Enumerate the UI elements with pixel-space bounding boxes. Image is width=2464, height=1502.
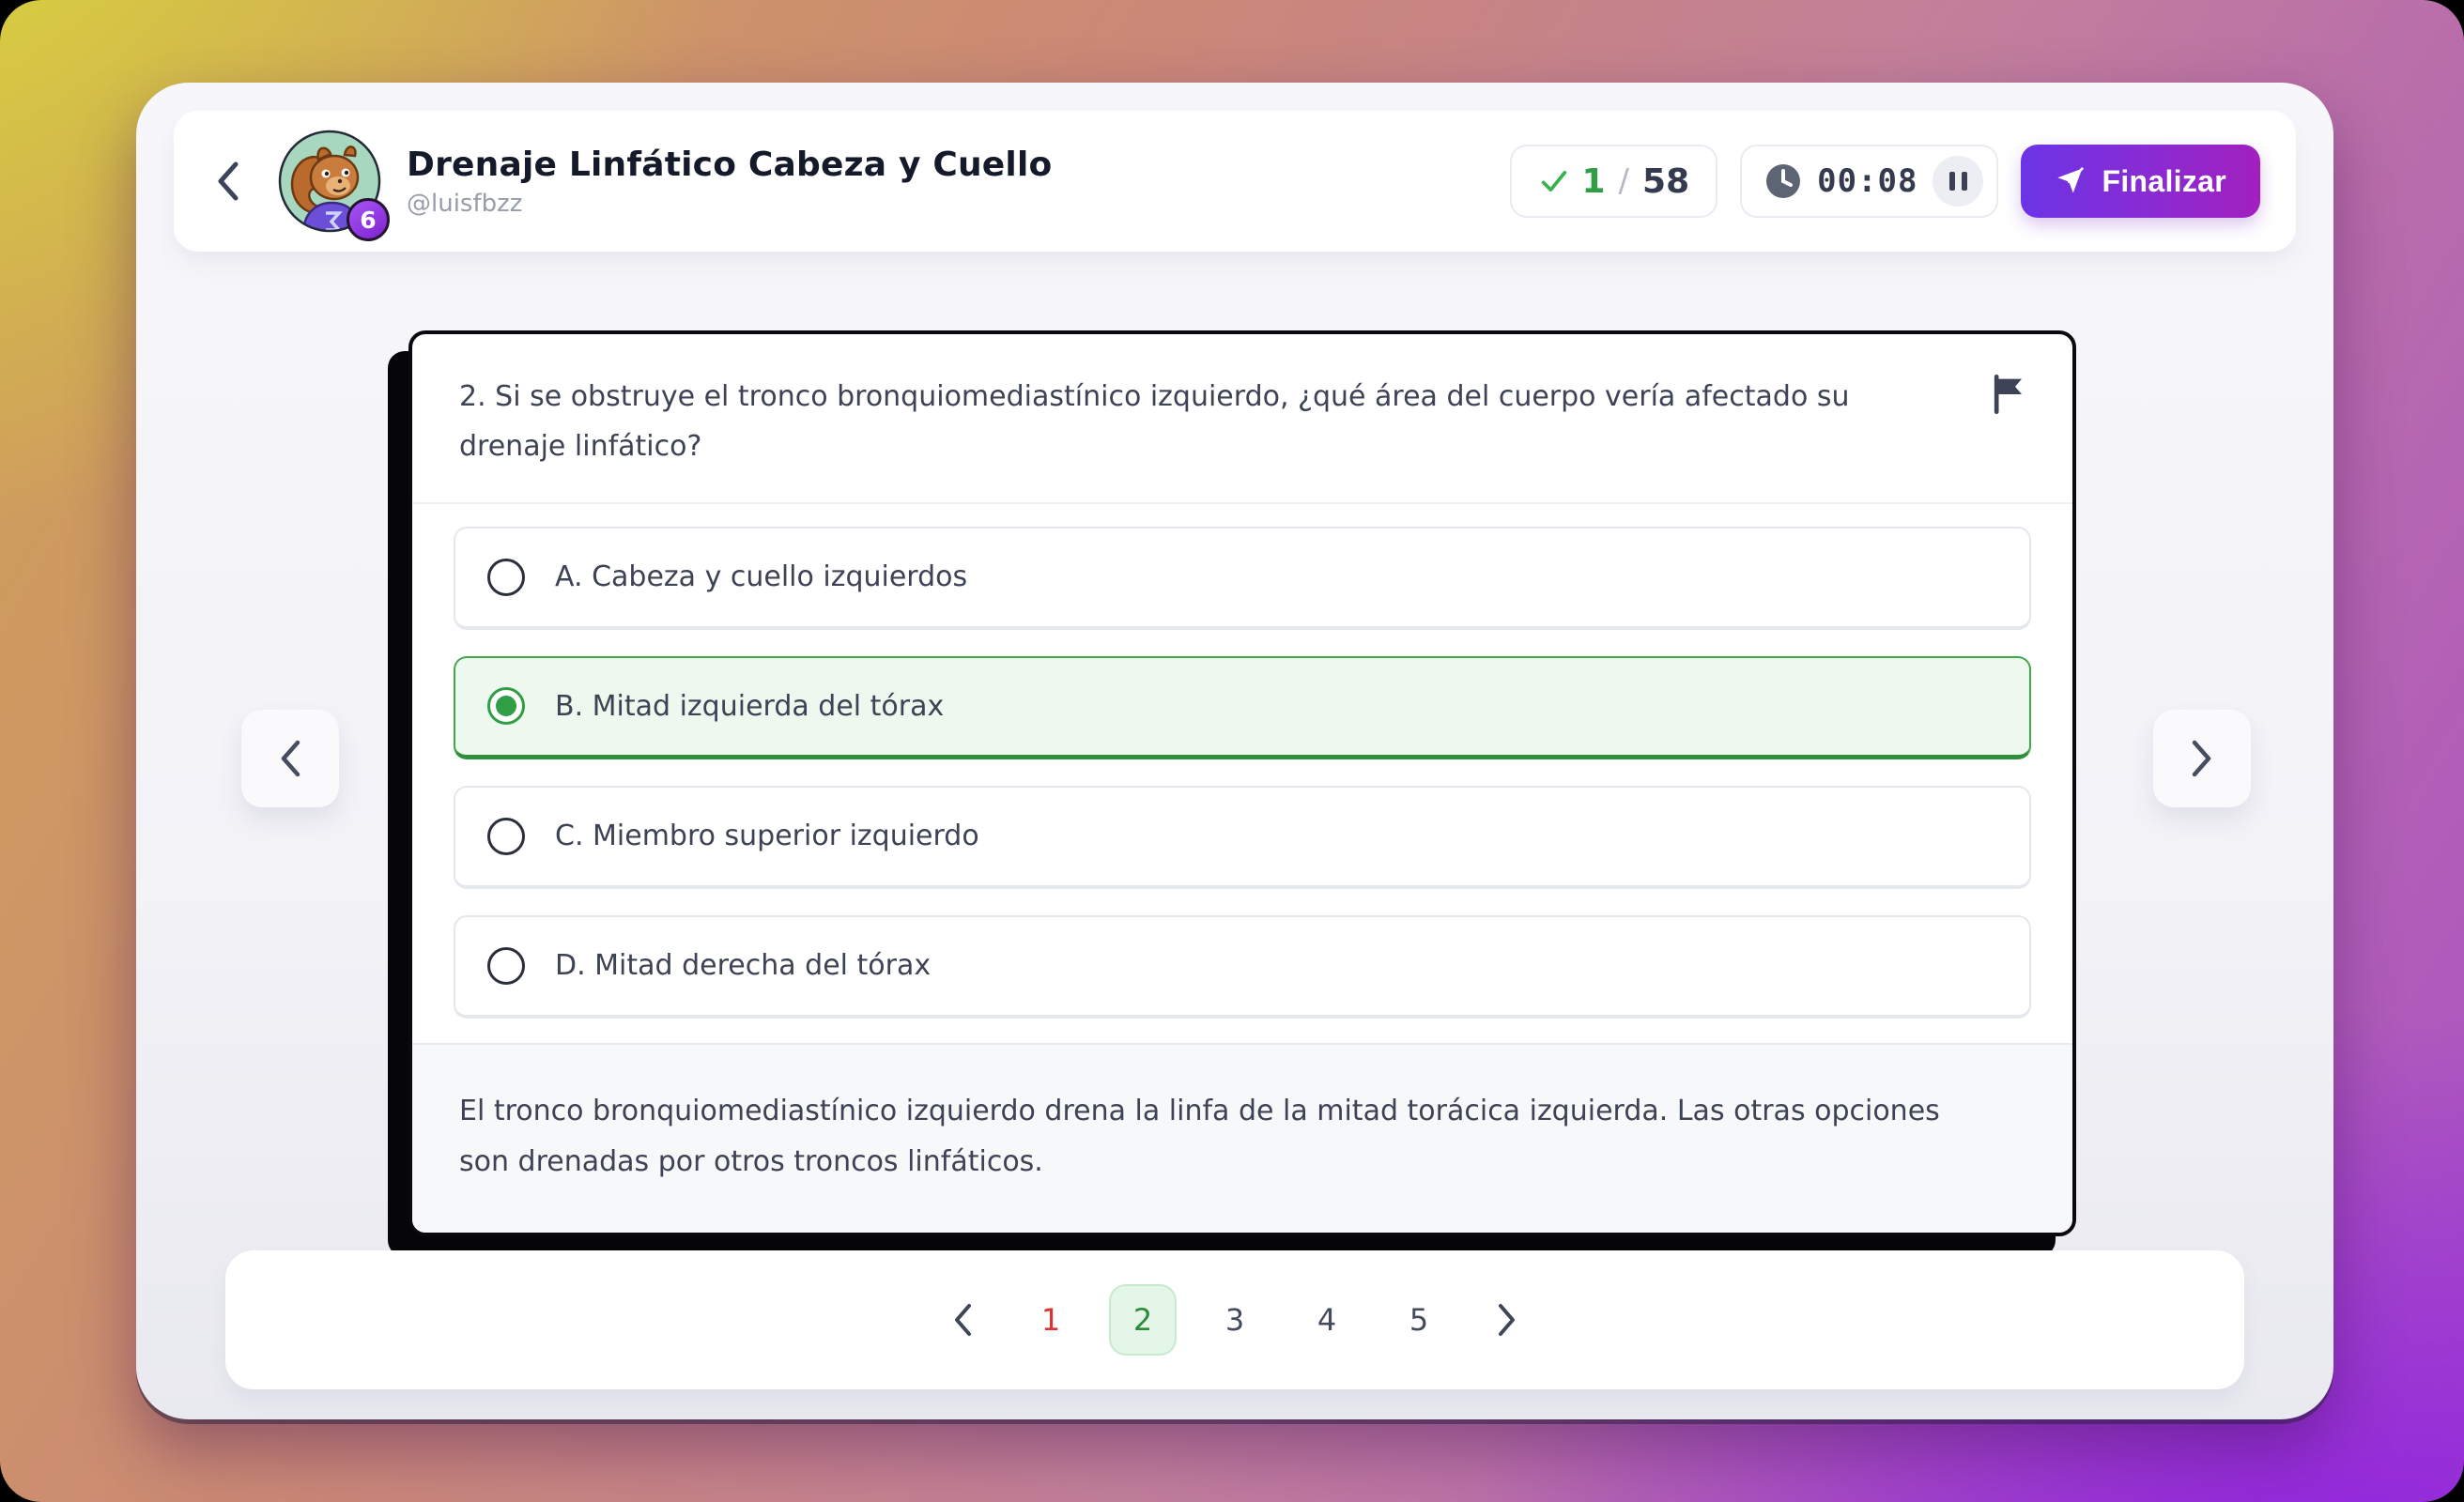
- quiz-title: Drenaje Linfático Cabeza y Cuello: [407, 146, 1052, 184]
- question-card: 2. Si se obstruye el tronco bronquiomedi…: [408, 330, 2076, 1236]
- option-c[interactable]: C. Miembro superior izquierdo: [454, 786, 2031, 889]
- next-question-button[interactable]: [2153, 710, 2251, 807]
- header-actions: 1 / 58 00:08: [1510, 145, 2260, 218]
- radio-icon: [487, 687, 525, 725]
- options-list: A. Cabeza y cuello izquierdos B. Mitad i…: [412, 504, 2072, 1043]
- chevron-right-icon: [1496, 1302, 1518, 1338]
- option-d[interactable]: D. Mitad derecha del tórax: [454, 915, 2031, 1019]
- page-button-5[interactable]: 5: [1385, 1284, 1453, 1356]
- radio-icon: [487, 818, 525, 855]
- option-label: B. Mitad izquierda del tórax: [555, 690, 944, 723]
- progress-current: 1: [1581, 162, 1605, 201]
- radio-icon: [487, 559, 525, 596]
- page-button-3[interactable]: 3: [1201, 1284, 1269, 1356]
- pause-icon: [1949, 172, 1955, 191]
- chevron-left-icon: [213, 159, 241, 204]
- explanation-panel: El tronco bronquiomediastínico izquierdo…: [412, 1043, 2072, 1233]
- check-icon: [1538, 165, 1570, 197]
- send-icon: [2055, 166, 2085, 196]
- progress-badge: 1 / 58: [1510, 145, 1717, 218]
- pagination-prev-button[interactable]: [932, 1287, 993, 1353]
- chevron-left-icon: [277, 738, 303, 779]
- progress-total: 58: [1642, 162, 1689, 201]
- question-header: 2. Si se obstruye el tronco bronquiomedi…: [412, 334, 2072, 504]
- option-label: D. Mitad derecha del tórax: [555, 949, 931, 982]
- page-button-4[interactable]: 4: [1293, 1284, 1361, 1356]
- avatar: 6: [277, 129, 382, 234]
- avatar-level-badge: 6: [346, 198, 390, 241]
- radio-icon: [487, 947, 525, 985]
- page-button-1[interactable]: 1: [1017, 1284, 1085, 1356]
- finish-button[interactable]: Finalizar: [2021, 145, 2260, 218]
- option-a[interactable]: A. Cabeza y cuello izquierdos: [454, 527, 2031, 630]
- option-label: C. Miembro superior izquierdo: [555, 820, 979, 852]
- timer-value: 00:08: [1817, 162, 1917, 200]
- screen-background: 6 Drenaje Linfático Cabeza y Cuello @lui…: [0, 0, 2464, 1502]
- title-block: Drenaje Linfático Cabeza y Cuello @luisf…: [407, 146, 1052, 218]
- explanation-text: El tronco bronquiomediastínico izquierdo…: [459, 1086, 1952, 1188]
- pagination-next-button[interactable]: [1477, 1287, 1537, 1353]
- page-button-2[interactable]: 2: [1109, 1284, 1177, 1356]
- flag-question-button[interactable]: [1986, 372, 2031, 417]
- pagination-bar: 1 2 3 4 5: [225, 1250, 2244, 1389]
- back-button[interactable]: [202, 144, 253, 219]
- clock-icon: [1764, 162, 1802, 200]
- option-label: A. Cabeza y cuello izquierdos: [555, 560, 967, 593]
- pause-button[interactable]: [1933, 156, 1983, 207]
- timer-badge: 00:08: [1740, 145, 1998, 218]
- top-bar: 6 Drenaje Linfático Cabeza y Cuello @lui…: [174, 111, 2296, 252]
- previous-question-button[interactable]: [241, 710, 339, 807]
- option-b[interactable]: B. Mitad izquierda del tórax: [454, 656, 2031, 759]
- app-window: 6 Drenaje Linfático Cabeza y Cuello @lui…: [136, 83, 2333, 1419]
- progress-separator: /: [1617, 162, 1631, 200]
- chevron-right-icon: [2189, 738, 2215, 779]
- quiz-author: @luisfbzz: [407, 190, 1052, 218]
- finish-button-label: Finalizar: [2102, 164, 2226, 199]
- flag-icon: [1991, 375, 2026, 414]
- question-text: 2. Si se obstruye el tronco bronquiomedi…: [459, 372, 1896, 472]
- chevron-left-icon: [951, 1302, 974, 1338]
